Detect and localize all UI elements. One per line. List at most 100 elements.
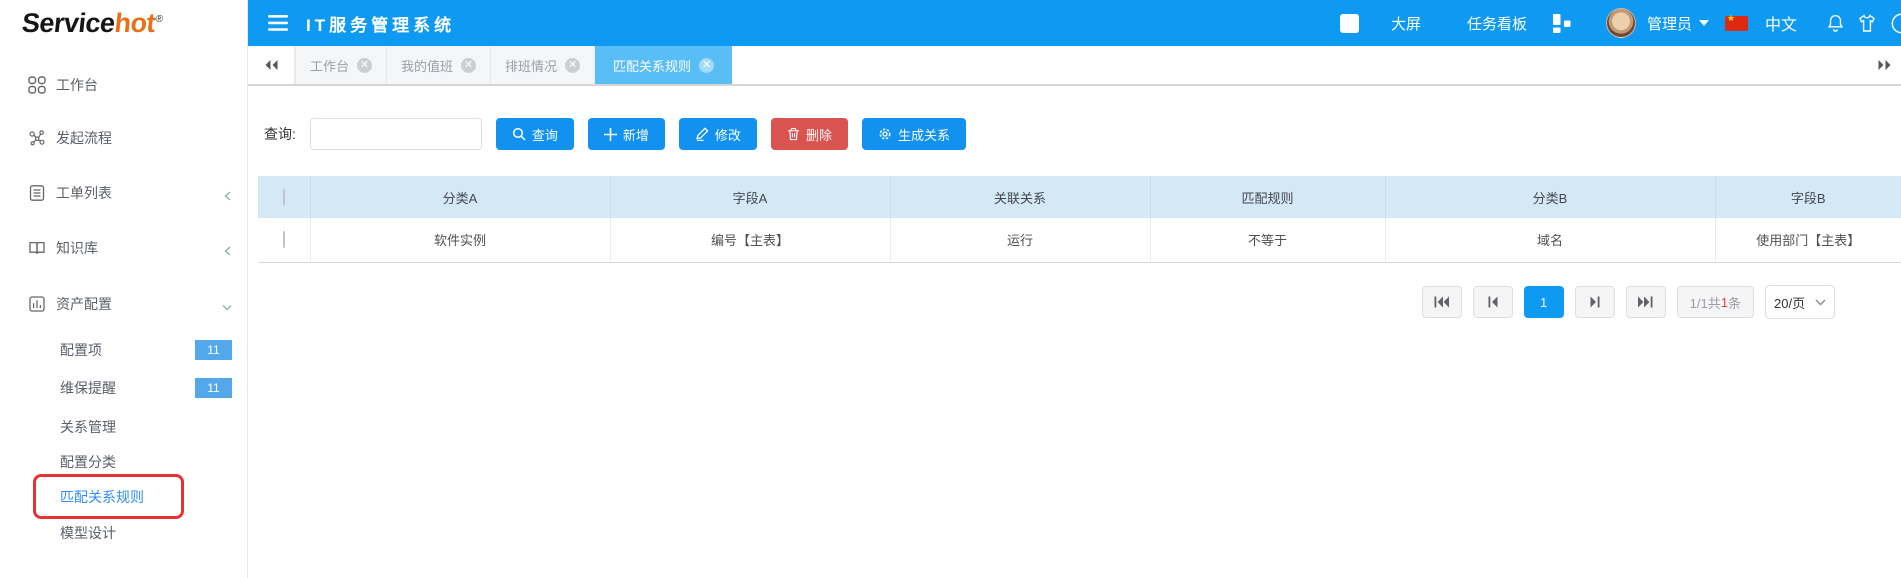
prev-page-button[interactable]: [1473, 286, 1513, 318]
sidebar-item-knowledge-base[interactable]: 知识库: [0, 233, 248, 263]
hamburger-menu-icon[interactable]: [268, 15, 288, 31]
row-checkbox[interactable]: [283, 231, 285, 248]
main-content: 查询: 查询 新增 修改 删除 生成关系: [248, 86, 1901, 578]
tab-workbench[interactable]: 工作台 ✕: [295, 46, 387, 84]
chevron-left-icon: [223, 243, 232, 259]
table-cell: 运行: [890, 218, 1150, 262]
bar-chart-icon: [28, 295, 46, 313]
sidebar-subitem-label: 关系管理: [60, 417, 116, 437]
tab-scroll-right-button[interactable]: [1877, 46, 1899, 84]
top-header: IT服务管理系统 大屏 任务看板 管理员 ★ 中文: [248, 0, 1901, 46]
flow-icon: [28, 129, 46, 147]
total-count: 1: [1721, 295, 1728, 310]
theme-shirt-icon[interactable]: [1857, 14, 1877, 33]
avatar[interactable]: [1606, 8, 1636, 38]
sidebar-subitem-label: 模型设计: [60, 523, 116, 543]
sidebar-subitem-label: 维保提醒: [60, 378, 116, 398]
gear-icon: [878, 127, 892, 141]
sidebar-item-label: 工作台: [56, 75, 98, 95]
toolbar: 查询: 查询 新增 修改 删除 生成关系: [264, 117, 966, 151]
double-chevron-right-icon: [1877, 59, 1893, 71]
table-cell: 域名: [1385, 218, 1715, 262]
table-cell: 使用部门【主表】: [1715, 218, 1901, 262]
tab-label: 排班情况: [505, 56, 557, 75]
tab-bar: 工作台 ✕ 我的值班 ✕ 排班情况 ✕ 匹配关系规则 ✕: [248, 46, 1901, 86]
sidebar-subitem-config-category[interactable]: 配置分类: [0, 447, 248, 477]
select-all-checkbox[interactable]: [283, 189, 285, 206]
column-header: 字段B: [1715, 176, 1901, 218]
sidebar-subitem-match-relation-rules[interactable]: 匹配关系规则: [0, 482, 248, 512]
next-page-button[interactable]: [1575, 286, 1615, 318]
app-title: IT服务管理系统: [306, 11, 455, 36]
brand-logo-service: Service: [20, 8, 116, 38]
last-page-button[interactable]: [1626, 286, 1666, 318]
edit-button[interactable]: 修改: [679, 118, 757, 150]
sidebar-item-workbench[interactable]: 工作台: [0, 70, 248, 100]
add-button[interactable]: 新增: [588, 118, 665, 150]
tab-close-icon[interactable]: ✕: [565, 58, 580, 73]
tab-label: 工作台: [310, 56, 349, 75]
trash-icon: [787, 127, 800, 141]
book-icon: [28, 239, 46, 257]
table-cell: 编号【主表】: [610, 218, 890, 262]
brand-logo: Servicehot®: [20, 8, 163, 39]
pencil-icon: [695, 127, 709, 141]
prev-page-icon: [1488, 296, 1498, 308]
caret-down-icon: [1699, 20, 1709, 26]
bell-icon[interactable]: [1826, 13, 1845, 34]
help-circle-icon[interactable]: [1890, 12, 1901, 35]
brand-logo-hot: hot: [113, 8, 157, 38]
search-input[interactable]: [310, 118, 482, 150]
tab-close-icon[interactable]: ✕: [461, 58, 476, 73]
pagination: 1 1/1共1条 20/页: [1422, 285, 1835, 319]
column-header: 分类A: [310, 176, 610, 218]
header-right-group: 大屏 任务看板 管理员 ★ 中文: [1340, 0, 1901, 46]
search-button[interactable]: 查询: [496, 118, 574, 150]
page-number-button[interactable]: 1: [1524, 286, 1564, 318]
tab-match-relation-rules[interactable]: 匹配关系规则 ✕: [595, 46, 732, 84]
sidebar: Servicehot® 工作台 发起流程 工单列表: [0, 0, 248, 578]
sidebar-subitem-label: 匹配关系规则: [60, 487, 144, 507]
china-flag-icon[interactable]: ★: [1725, 16, 1748, 31]
registered-mark: ®: [155, 14, 163, 25]
sidebar-subitem-label: 配置分类: [60, 452, 116, 472]
column-header: 分类B: [1385, 176, 1715, 218]
count-badge: 11: [195, 340, 232, 360]
tab-label: 我的值班: [401, 56, 453, 75]
sidebar-subitem-relation-management[interactable]: 关系管理: [0, 412, 248, 442]
plus-icon: [604, 128, 617, 141]
tab-shift-schedule[interactable]: 排班情况 ✕: [491, 46, 595, 84]
column-header: 匹配规则: [1150, 176, 1385, 218]
table-row[interactable]: 软件实例 编号【主表】 运行 不等于 域名 使用部门【主表】: [258, 218, 1901, 262]
sidebar-item-label: 发起流程: [56, 128, 112, 148]
apps-grid-icon[interactable]: [1551, 13, 1574, 34]
page-size-select[interactable]: 20/页: [1765, 285, 1835, 319]
language-label[interactable]: 中文: [1765, 11, 1797, 35]
chevron-down-icon: [1815, 299, 1826, 306]
first-page-button[interactable]: [1422, 286, 1462, 318]
sidebar-item-label: 工单列表: [56, 183, 112, 203]
chevron-left-icon: [223, 188, 232, 204]
query-label: 查询:: [264, 124, 296, 144]
user-menu[interactable]: 管理员: [1647, 13, 1709, 34]
sidebar-item-ticket-list[interactable]: 工单列表: [0, 178, 248, 208]
search-icon: [512, 127, 526, 141]
delete-button[interactable]: 删除: [771, 118, 848, 150]
generate-relation-button[interactable]: 生成关系: [862, 118, 966, 150]
tab-scroll-left-button[interactable]: [248, 46, 295, 84]
tab-close-icon[interactable]: ✕: [357, 58, 372, 73]
sidebar-item-start-process[interactable]: 发起流程: [0, 123, 248, 153]
sidebar-subitem-model-design[interactable]: 模型设计: [0, 518, 248, 548]
tab-my-duty[interactable]: 我的值班 ✕: [387, 46, 491, 84]
big-screen-link[interactable]: 大屏: [1391, 13, 1421, 34]
table-header-row: 分类A 字段A 关联关系 匹配规则 分类B 字段B: [258, 176, 1901, 218]
sidebar-item-asset-config[interactable]: 资产配置: [0, 289, 248, 319]
fullscreen-icon[interactable]: [1340, 14, 1359, 33]
tab-close-icon[interactable]: ✕: [699, 58, 714, 73]
last-page-icon: [1638, 296, 1653, 308]
task-board-link[interactable]: 任务看板: [1467, 13, 1527, 34]
tab-label: 匹配关系规则: [613, 56, 691, 75]
pagination-info: 1/1共1条: [1677, 286, 1754, 318]
sidebar-subitem-label: 配置项: [60, 340, 102, 360]
count-badge: 11: [195, 378, 232, 398]
